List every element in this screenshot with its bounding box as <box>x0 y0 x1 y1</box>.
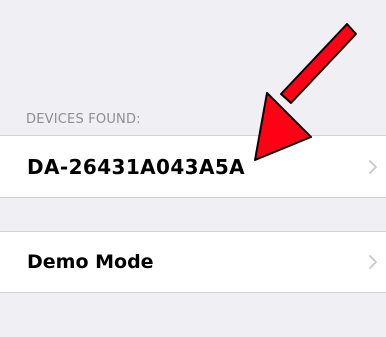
demo-mode-row[interactable]: Demo Mode <box>0 231 386 293</box>
device-row[interactable]: DA-26431A043A5A <box>0 135 386 198</box>
devices-found-header: DEVICES FOUND: <box>26 112 141 127</box>
device-name: DA-26431A043A5A <box>27 154 246 179</box>
device-list-screen: DEVICES FOUND: DA-26431A043A5A Demo Mode <box>0 0 386 337</box>
demo-mode-label: Demo Mode <box>27 251 154 273</box>
chevron-right-icon <box>369 159 377 174</box>
arrow-shaft <box>280 23 357 104</box>
chevron-right-icon <box>369 255 377 269</box>
